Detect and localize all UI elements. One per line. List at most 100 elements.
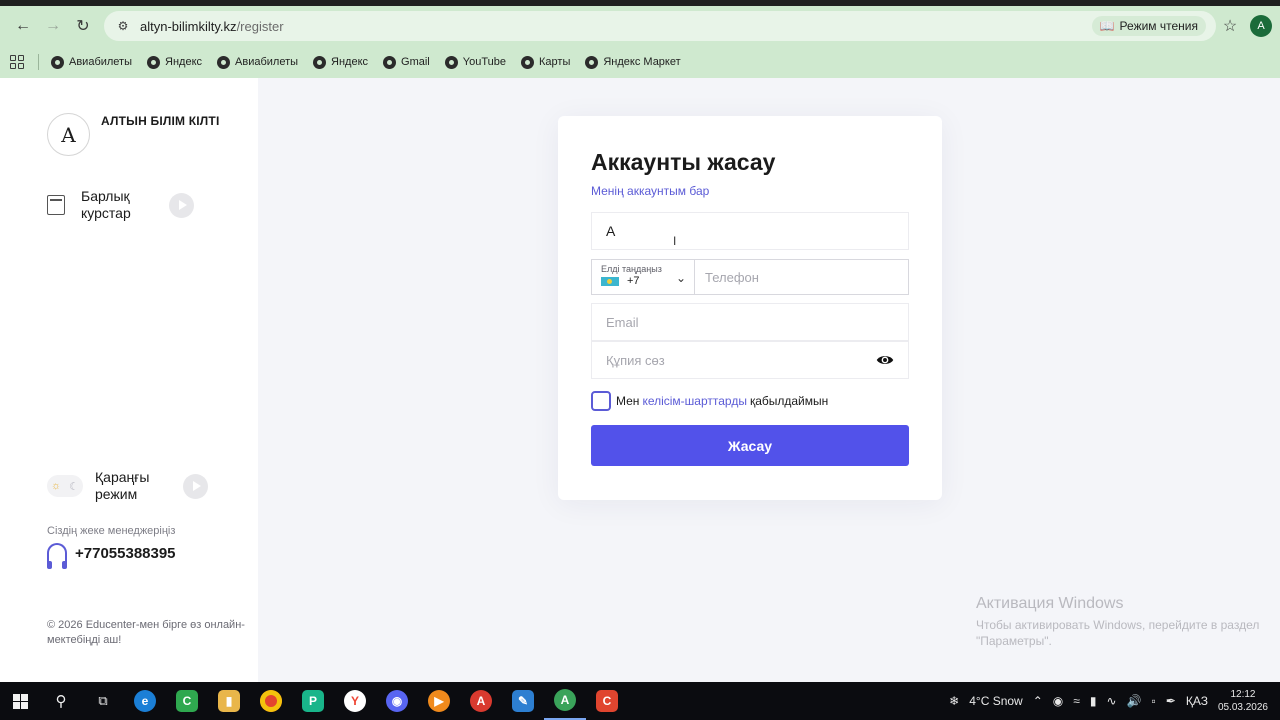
windows-logo-icon xyxy=(12,693,28,709)
reload-icon[interactable]: ↻ xyxy=(68,11,98,41)
text-cursor-icon: I xyxy=(673,234,677,248)
pycharm-icon[interactable]: P xyxy=(292,682,334,720)
language-indicator[interactable]: ҚАЗ xyxy=(1186,694,1208,708)
password-input[interactable] xyxy=(606,352,876,368)
logo-letter: A xyxy=(61,122,76,147)
bookmark-aviabilety-1[interactable]: Авиабилеты xyxy=(51,55,132,69)
url-host: altyn-bilimkilty.kz xyxy=(140,18,237,34)
globe-icon xyxy=(444,55,458,69)
email-field[interactable] xyxy=(591,303,909,341)
terms-agreement: Мен келісім-шарттарды қабылдаймын xyxy=(591,391,828,411)
apps-grid-icon[interactable] xyxy=(10,55,24,69)
address-bar[interactable]: ⚙ altyn-bilimkilty.kz/register 📖 Режим чт… xyxy=(104,11,1216,41)
camtasia-icon[interactable]: C xyxy=(166,682,208,720)
record-icon[interactable]: ◉ xyxy=(1053,694,1063,708)
chevron-up-icon[interactable]: ⌃ xyxy=(1033,694,1043,708)
watermark-line-2: "Параметры". xyxy=(976,634,1052,648)
bookmark-yandex-2[interactable]: Яндекс xyxy=(313,55,368,69)
dark-mode-label: Қараңғы режим xyxy=(95,469,150,502)
phone-input[interactable] xyxy=(695,260,908,294)
bookmark-youtube[interactable]: YouTube xyxy=(444,55,506,69)
discord-icon[interactable]: ◉ xyxy=(376,682,418,720)
eye-icon[interactable] xyxy=(876,351,894,369)
bookmarks-separator xyxy=(38,54,39,70)
clock[interactable]: 12:12 05.03.2026 xyxy=(1218,688,1268,714)
chrome-profile-icon[interactable]: A xyxy=(460,682,502,720)
search-icon[interactable]: ⚲ xyxy=(40,682,82,720)
headset-icon xyxy=(47,543,67,569)
phone-field[interactable]: Елді таңдаңыз +7 ⌄ xyxy=(591,259,909,295)
sidebar: A АЛТЫН БІЛІМ КІЛТІ Барлық курстар ☼ ☾ Қа… xyxy=(0,78,258,682)
bookmark-yandex-1[interactable]: Яндекс xyxy=(147,55,202,69)
weather-text[interactable]: 4°C Snow xyxy=(969,694,1023,708)
watermark-subtitle: Чтобы активировать Windows, перейдите в … xyxy=(976,617,1259,649)
expand-arrow-icon[interactable] xyxy=(183,473,208,499)
edge-icon[interactable]: e xyxy=(124,682,166,720)
name-input[interactable] xyxy=(606,223,894,239)
bookmark-aviabilety-2[interactable]: Авиабилеты xyxy=(217,55,298,69)
profile-avatar[interactable]: A xyxy=(1250,15,1272,37)
moon-icon: ☾ xyxy=(69,480,79,493)
wifi-icon[interactable]: ∿ xyxy=(1106,694,1116,708)
agree-suffix: қабылдаймын xyxy=(749,394,829,408)
sidebar-item-dark-mode[interactable]: ☼ ☾ Қараңғы режим xyxy=(47,469,208,503)
windows-activation-watermark: Активация Windows Чтобы активировать Win… xyxy=(976,595,1259,649)
taskbar: ⚲ ⧉ e C ▮ P Y ◉ ▶ A ✎ A C ❄ 4°C Snow ⌃ ◉… xyxy=(0,682,1280,720)
terms-checkbox[interactable] xyxy=(591,391,611,411)
yandex-browser-icon[interactable]: Y xyxy=(334,682,376,720)
display-icon[interactable]: ▫ xyxy=(1152,694,1156,708)
bookmark-maps[interactable]: Карты xyxy=(521,55,570,69)
task-view-icon[interactable]: ⧉ xyxy=(82,682,124,720)
copyright-text: © 2026 Educenter-мен бірге өз онлайн-мек… xyxy=(47,619,245,646)
camtasia-recorder-icon[interactable]: C xyxy=(586,682,628,720)
url-text[interactable]: altyn-bilimkilty.kz/register xyxy=(140,19,284,34)
browser-chrome: ← → ↻ ⚙ altyn-bilimkilty.kz/register 📖 Ре… xyxy=(0,0,1280,78)
email-input[interactable] xyxy=(606,314,894,330)
network-icon[interactable]: ≈ xyxy=(1073,694,1080,708)
battery-icon[interactable]: ▮ xyxy=(1090,694,1097,708)
sidebar-item-all-courses[interactable]: Барлық курстар xyxy=(47,188,194,222)
browser-toolbar: ← → ↻ ⚙ altyn-bilimkilty.kz/register 📖 Ре… xyxy=(0,6,1280,46)
chevron-down-icon[interactable]: ⌄ xyxy=(676,271,686,285)
bookmark-yandex-market[interactable]: Яндекс Маркет xyxy=(585,55,681,69)
globe-icon xyxy=(147,55,161,69)
chrome-active-icon[interactable]: A xyxy=(544,682,586,720)
reader-mode-button[interactable]: 📖 Режим чтения xyxy=(1091,16,1206,36)
brand-name[interactable]: АЛТЫН БІЛІМ КІЛТІ xyxy=(101,114,220,128)
manager-contact[interactable]: +77055388395 xyxy=(47,543,176,569)
manager-phone[interactable]: +77055388395 xyxy=(75,545,176,562)
globe-icon xyxy=(383,55,397,69)
country-select[interactable]: Елді таңдаңыз +7 ⌄ xyxy=(592,260,695,294)
sun-icon: ☼ xyxy=(51,480,62,492)
terms-link[interactable]: келісім-шарттарды xyxy=(642,394,747,408)
password-field[interactable] xyxy=(591,341,909,379)
create-account-button[interactable]: Жасау xyxy=(591,425,909,466)
media-player-icon[interactable]: ▶ xyxy=(418,682,460,720)
manager-caption: Сіздің жеке менеджеріңіз xyxy=(47,525,176,537)
bookmark-star-icon[interactable]: ☆ xyxy=(1216,16,1244,36)
volume-icon[interactable]: 🔊 xyxy=(1127,694,1142,708)
book-icon: 📖 xyxy=(1099,19,1115,33)
back-arrow-icon[interactable]: ← xyxy=(8,11,38,41)
courses-icon xyxy=(47,195,65,215)
site-settings-icon[interactable]: ⚙ xyxy=(114,17,132,35)
bookmark-gmail[interactable]: Gmail xyxy=(383,55,430,69)
sidebar-item-label: Барлық курстар xyxy=(81,188,131,221)
site-logo[interactable]: A xyxy=(47,113,90,156)
forward-arrow-icon[interactable]: → xyxy=(38,11,68,41)
globe-icon xyxy=(51,55,64,69)
kazakhstan-flag-icon xyxy=(601,276,619,286)
pen-icon[interactable]: ✒ xyxy=(1166,694,1176,708)
file-explorer-icon[interactable]: ▮ xyxy=(208,682,250,720)
editor-icon[interactable]: ✎ xyxy=(502,682,544,720)
watermark-line-1: Чтобы активировать Windows, перейдите в … xyxy=(976,618,1260,632)
start-button[interactable] xyxy=(0,693,40,709)
expand-arrow-icon[interactable] xyxy=(169,192,194,218)
weather-icon[interactable]: ❄ xyxy=(949,694,959,708)
theme-toggle[interactable]: ☼ ☾ xyxy=(47,475,83,497)
globe-icon xyxy=(521,55,534,69)
chrome-icon[interactable] xyxy=(250,682,292,720)
name-field[interactable] xyxy=(591,212,909,250)
login-link[interactable]: Менің аккаунтым бар xyxy=(591,184,709,198)
globe-icon xyxy=(313,55,327,69)
